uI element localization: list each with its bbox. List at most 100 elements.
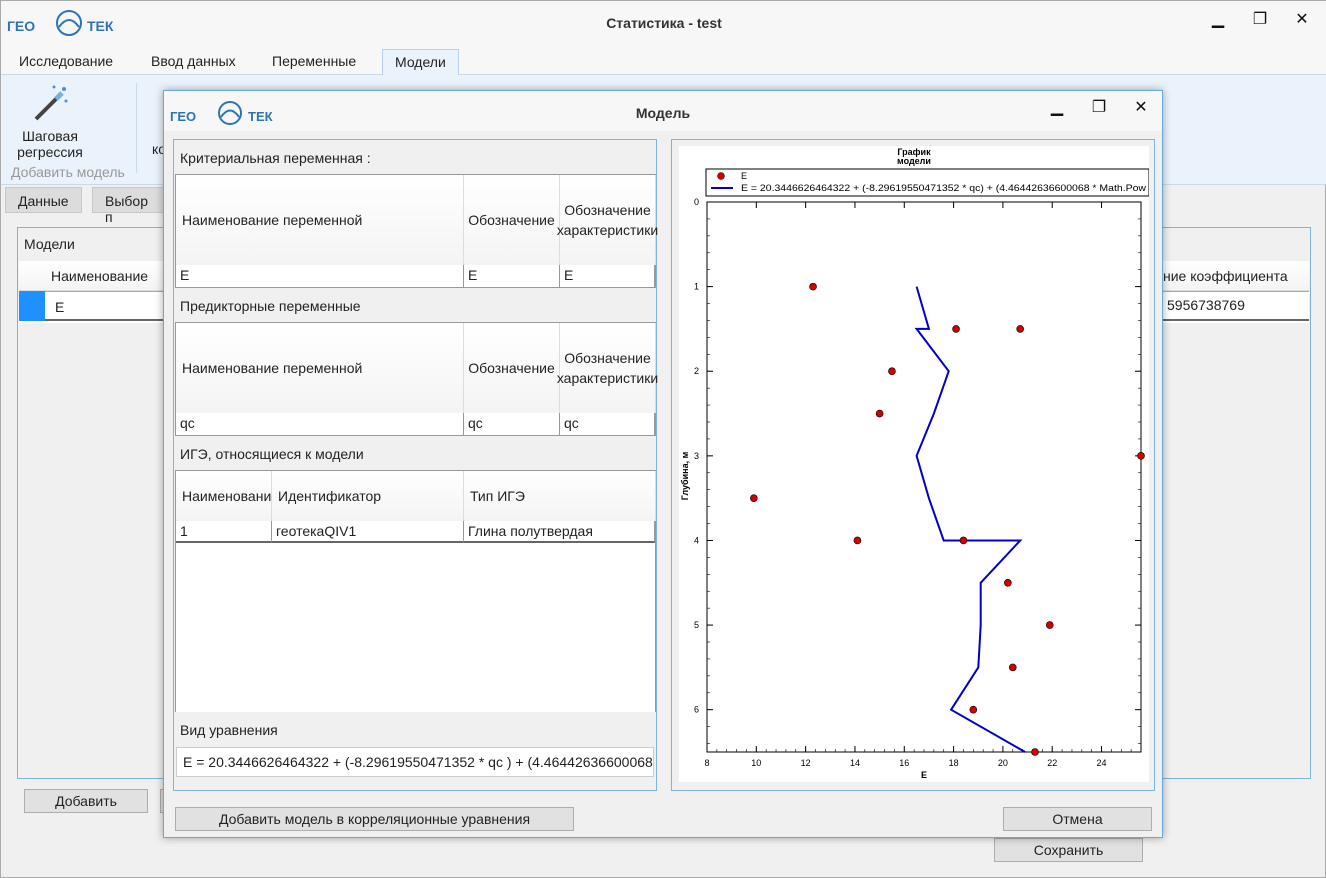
col-name-header: Наименование xyxy=(51,268,149,284)
data-point xyxy=(888,367,896,376)
y-tick-label: 1 xyxy=(694,282,699,292)
x-tick-label: 24 xyxy=(1097,758,1107,768)
pred-cell-symbol[interactable]: qc xyxy=(464,413,560,435)
legend-marker-e xyxy=(717,172,725,180)
criterion-table: Наименование переменной Обозначение Обоз… xyxy=(175,174,658,288)
ige-cell-type[interactable]: Глина полутвердая xyxy=(464,521,655,543)
data-point xyxy=(952,325,960,333)
data-point xyxy=(969,705,978,714)
ige-header: ИГЭ, относящиеся к модели xyxy=(180,446,364,462)
row-name-cell: E xyxy=(55,299,65,315)
predictor-header: Предикторные переменные xyxy=(180,298,361,314)
close-icon[interactable]: ✕ xyxy=(1285,9,1319,33)
ige-cell-name[interactable]: 1 xyxy=(176,521,272,543)
model-chart: График модели E E = 20.3446626464322 + (-8.… xyxy=(679,146,1150,782)
equation-header: Вид уравнения xyxy=(180,722,278,738)
legend-label-model: E = 20.3446626464322 + (-8.2961955047135… xyxy=(741,183,1147,193)
pred-col-name: Наименование переменной xyxy=(176,323,464,413)
magic-wand-icon xyxy=(34,85,68,121)
ige-cell-id[interactable]: геотекаQIV1 xyxy=(272,521,464,543)
crit-col-name: Наименование переменной xyxy=(176,175,464,265)
save-button[interactable]: Сохранить xyxy=(994,838,1143,862)
tab-variables[interactable]: Переменные xyxy=(260,49,368,76)
data-point xyxy=(959,536,968,545)
data-point xyxy=(853,536,862,545)
pred-col-char: Обозначение характеристики xyxy=(557,323,658,413)
legend-label-e: E xyxy=(741,171,747,181)
chart-title: модели xyxy=(897,156,931,166)
model-chart-svg: ГрафикмоделиEE = 20.3446626464322 + (-8.… xyxy=(680,147,1150,780)
ige-table: Наименование Идентификатор Тип ИГЭ 1 гео… xyxy=(175,470,656,712)
add-model-button[interactable]: Добавить модель в корреляционные уравнен… xyxy=(175,807,574,831)
crit-cell-symbol[interactable]: E xyxy=(464,265,560,287)
row-selector[interactable] xyxy=(19,291,45,321)
y-tick-label: 6 xyxy=(694,705,699,715)
crit-col-symbol: Обозначение xyxy=(464,175,560,265)
models-panel-title: Модели xyxy=(24,236,75,252)
tab-data-entry[interactable]: Ввод данных xyxy=(139,49,248,76)
window-title: Статистика - test xyxy=(606,15,722,31)
maximize-icon[interactable]: ❐ xyxy=(1243,9,1277,33)
y-tick-label: 3 xyxy=(694,451,699,461)
predictor-table: Наименование переменной Обозначение Обоз… xyxy=(175,322,658,436)
crit-cell-char[interactable]: E xyxy=(560,265,655,287)
x-tick-label: 16 xyxy=(899,758,909,768)
ribbon-group-label: Добавить модель xyxy=(11,164,125,180)
pred-cell-char[interactable]: qc xyxy=(560,413,655,435)
dialog-minimize-icon[interactable]: ▁ xyxy=(1040,97,1074,121)
x-axis-label: E xyxy=(921,770,927,780)
data-point xyxy=(1031,748,1039,756)
dialog-title: Модель xyxy=(635,105,691,121)
data-point xyxy=(1008,663,1017,672)
model-dialog: ГЕО ТЕК Модель ▁ ❐ ✕ Критериальная перем… xyxy=(163,90,1163,838)
data-point xyxy=(809,282,817,291)
crit-col-char: Обозначение характеристики xyxy=(557,175,658,265)
data-point xyxy=(1004,578,1012,587)
y-tick-label: 5 xyxy=(694,620,699,630)
data-point xyxy=(1137,452,1145,460)
y-tick-label: 2 xyxy=(694,366,699,376)
x-tick-label: 8 xyxy=(704,758,709,768)
x-tick-label: 20 xyxy=(998,758,1008,768)
stepwise-label-2: регрессия xyxy=(17,144,83,160)
main-tabs: Исследование Ввод данных Переменные Моде… xyxy=(1,45,1326,76)
data-point xyxy=(750,494,758,502)
equation-field[interactable]: E = 20.3446626464322 + (-8.2961955047135… xyxy=(176,747,654,777)
pred-col-symbol: Обозначение xyxy=(464,323,560,413)
data-point xyxy=(875,409,884,418)
data-point xyxy=(1045,621,1054,629)
subtab-selection[interactable]: Выбор п xyxy=(92,187,172,225)
model-definition-panel: Критериальная переменная : Наименование … xyxy=(173,139,658,791)
x-tick-label: 10 xyxy=(751,758,761,768)
criterion-header: Критериальная переменная : xyxy=(180,150,371,166)
ige-col-id: Идентификатор xyxy=(272,471,464,521)
tab-models[interactable]: Модели xyxy=(382,49,459,76)
stepwise-label-1: Шаговая xyxy=(22,128,78,144)
data-point xyxy=(1016,325,1024,333)
y-axis-label: Глубина, м xyxy=(680,451,690,500)
x-tick-label: 14 xyxy=(850,758,860,768)
cancel-button[interactable]: Отмена xyxy=(1003,807,1152,831)
x-tick-label: 18 xyxy=(949,758,959,768)
dialog-maximize-icon[interactable]: ❐ xyxy=(1082,97,1116,121)
col-coef-header: ние коэффициента xyxy=(1163,268,1288,284)
chart-panel: График модели E E = 20.3446626464322 + (-8.… xyxy=(671,139,1155,791)
y-tick-label: 0 xyxy=(694,197,699,207)
ribbon-separator xyxy=(136,83,137,173)
title-bar: ГЕО ТЕК Статистика - test ▁ ❐ ✕ xyxy=(1,1,1326,45)
stepwise-regression-button[interactable]: Шаговая регрессия xyxy=(9,81,91,160)
dialog-title-bar: ГЕО ТЕК Модель ▁ ❐ ✕ xyxy=(164,91,1162,131)
add-button[interactable]: Добавить xyxy=(24,789,148,813)
dialog-close-icon[interactable]: ✕ xyxy=(1124,97,1158,121)
ige-col-type: Тип ИГЭ xyxy=(464,471,656,521)
subtab-data[interactable]: Данные xyxy=(5,187,82,213)
pred-cell-name[interactable]: qc xyxy=(176,413,464,435)
crit-cell-name[interactable]: E xyxy=(176,265,464,287)
plot-frame xyxy=(706,201,1142,753)
minimize-icon[interactable]: ▁ xyxy=(1201,9,1235,33)
tab-research[interactable]: Исследование xyxy=(7,49,125,76)
y-tick-label: 4 xyxy=(694,535,699,545)
row-coef-cell: 5956738769 xyxy=(1167,297,1245,313)
model-line xyxy=(914,286,1026,753)
x-tick-label: 22 xyxy=(1047,758,1057,768)
